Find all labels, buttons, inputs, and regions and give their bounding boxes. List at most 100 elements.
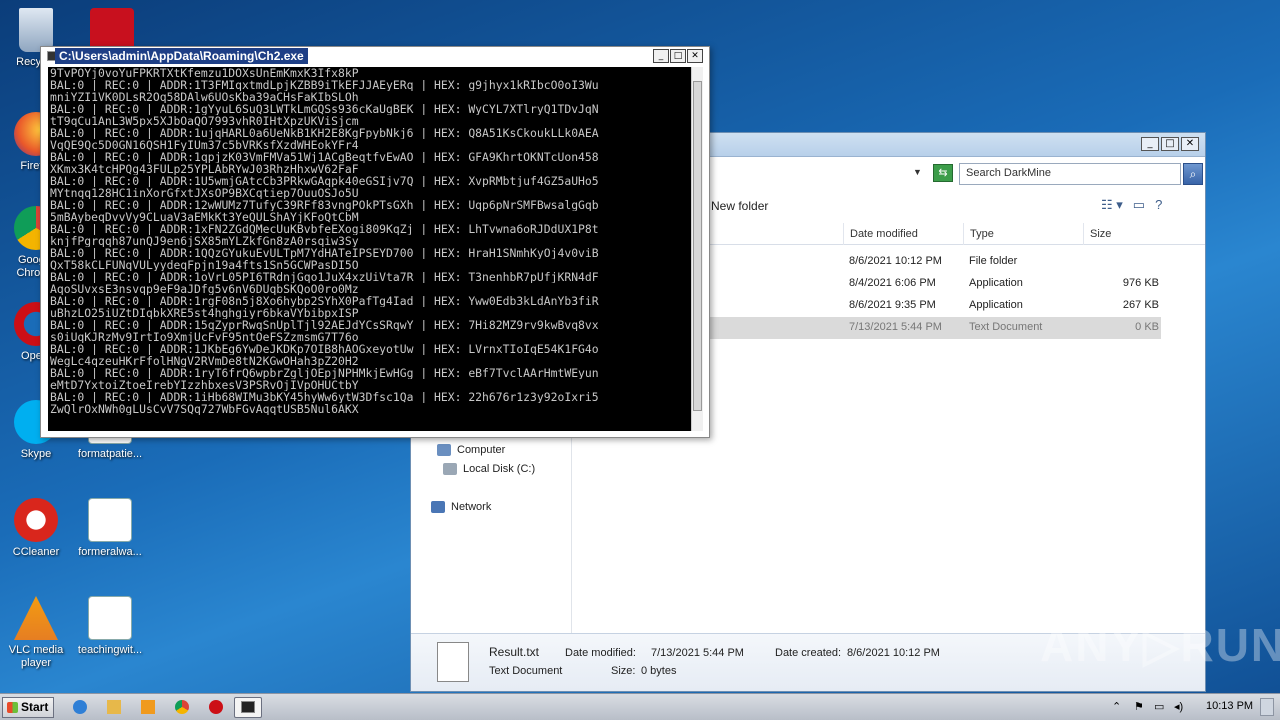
network-icon bbox=[431, 501, 445, 514]
desktop-icon-teachingwit[interactable]: teachingwit... bbox=[72, 596, 148, 657]
anyrun-watermark: ANY▷RUN bbox=[1040, 619, 1280, 671]
console-line: BAL:0 | REC:0 | ADDR:15qZyprRwqSnUplTjl9… bbox=[50, 319, 599, 331]
taskbar-ie-icon[interactable] bbox=[66, 697, 94, 718]
vlc-icon bbox=[14, 596, 58, 640]
console-line: BAL:0 | REC:0 | ADDR:1iHb68WIMu3bKY45hyW… bbox=[50, 391, 599, 403]
file-size: 267 KB bbox=[1122, 299, 1159, 311]
taskbar-opera-icon[interactable] bbox=[202, 697, 230, 718]
nav-item-local-disk[interactable]: Local Disk (C:) bbox=[443, 463, 535, 476]
details-file-type: Text Document bbox=[489, 665, 563, 677]
taskbar-media-player-icon[interactable] bbox=[134, 697, 162, 718]
console-line: BAL:0 | REC:0 | ADDR:1rgF08n5j8Xo6hybp2S… bbox=[50, 295, 599, 307]
file-type: Text Document bbox=[969, 321, 1043, 333]
desktop-icon-ccleaner[interactable]: CCleaner bbox=[0, 498, 74, 559]
console-line: VqQE9Qc5D0GN16QSH1FyIUm37c5bVRKsfXzdWHEo… bbox=[50, 139, 359, 151]
preview-pane-icon[interactable]: ▭ bbox=[1133, 197, 1145, 213]
desktop-icon-formeralwa[interactable]: formeralwa... bbox=[72, 498, 148, 559]
console-line: BAL:0 | REC:0 | ADDR:1ujqHARL0a6UeNkB1KH… bbox=[50, 127, 599, 139]
show-hidden-icons-icon[interactable]: ⌃ bbox=[1112, 700, 1121, 713]
console-line: ZwQlrOxNWh0gLUsCvV7SQq727WbFGvAqqtUSB5Nu… bbox=[50, 403, 359, 415]
nav-item-network[interactable]: Network bbox=[431, 501, 491, 514]
console-line: BAL:0 | REC:0 | ADDR:1gYyuL6SuQ3LWTkLmGQ… bbox=[50, 103, 599, 115]
console-output[interactable]: 9TvPOYj0voYuFPKRTXtKfemzu1DOXsUnEmKmxK3I… bbox=[48, 67, 692, 431]
view-options-icon[interactable]: ☷ ▾ bbox=[1101, 197, 1123, 213]
console-title: C:\Users\admin\AppData\Roaming\Ch2.exe bbox=[55, 48, 308, 64]
computer-icon bbox=[437, 444, 451, 457]
console-line: MYtnqq128HC1inXorGfxtJXsOP9BXCqtiep7OuuO… bbox=[50, 187, 359, 199]
console-line: BAL:0 | REC:0 | ADDR:1qpjzK03VmFMVa51Wj1… bbox=[50, 151, 599, 163]
scrollbar-thumb[interactable] bbox=[693, 81, 702, 411]
refresh-button[interactable]: ⇆ bbox=[933, 164, 953, 182]
word-document-icon bbox=[88, 498, 132, 542]
console-line: BAL:0 | REC:0 | ADDR:1QQzGYukuEvULTpM7Yd… bbox=[50, 247, 599, 259]
search-input[interactable]: Search DarkMine bbox=[959, 163, 1181, 185]
console-line: eMtD7YxtoiZtoeIrebYIzzhbxesV3PSRvOjIVpOH… bbox=[50, 379, 359, 391]
chevron-down-icon[interactable]: ▼ bbox=[913, 167, 922, 177]
taskbar-chrome-icon[interactable] bbox=[168, 697, 196, 718]
word-document-icon bbox=[88, 596, 132, 640]
details-created-value: 8/6/2021 10:12 PM bbox=[847, 647, 940, 659]
console-line: s0iUqKJRzMv9IrtIo9XmjUcFvF95ntOeFSZzmsmG… bbox=[50, 331, 359, 343]
column-size[interactable]: Size bbox=[1083, 223, 1163, 245]
console-line: tT9qCu1AnL3W5px5XJbOaQO7993vhR0IHtXpzUKV… bbox=[50, 115, 359, 127]
console-line: BAL:0 | REC:0 | ADDR:1U5wmjGAtcCb3PRkwGA… bbox=[50, 175, 599, 187]
console-line: 9TvPOYj0voYuFPKRTXtKfemzu1DOXsUnEmKmxK3I… bbox=[50, 67, 359, 79]
file-date: 8/6/2021 10:12 PM bbox=[849, 255, 942, 267]
file-size: 0 KB bbox=[1135, 321, 1159, 333]
file-date: 8/6/2021 9:35 PM bbox=[849, 299, 936, 311]
monitor-icon[interactable]: ▭ bbox=[1154, 700, 1164, 713]
file-type: Application bbox=[969, 299, 1023, 311]
system-tray: ⌃ ⚑ ▭ ◂) 10:13 PM bbox=[1100, 694, 1280, 720]
details-size-value: 0 bytes bbox=[641, 665, 677, 677]
minimize-button[interactable]: _ bbox=[653, 49, 669, 63]
console-line: BAL:0 | REC:0 | ADDR:1JKbEg6YwDeJKDKp7OI… bbox=[50, 343, 599, 355]
nav-item-computer[interactable]: Computer bbox=[437, 444, 505, 457]
clock[interactable]: 10:13 PM bbox=[1206, 700, 1253, 712]
console-line: BAL:0 | REC:0 | ADDR:1oVrL05PI6TRdnjGqo1… bbox=[50, 271, 599, 283]
text-document-icon bbox=[437, 642, 469, 682]
console-line: BAL:0 | REC:0 | ADDR:1ryT6frQ6wpbrZgljOE… bbox=[50, 367, 599, 379]
console-titlebar[interactable]: C:\Users\admin\AppData\Roaming\Ch2.exe _… bbox=[41, 47, 709, 65]
console-line: knjfPgrqqh87unQJ9en6jSX85mYLZkfGn8zA0rsq… bbox=[50, 235, 359, 247]
new-folder-button[interactable]: New folder bbox=[711, 199, 768, 213]
console-scrollbar[interactable] bbox=[691, 67, 703, 431]
taskbar-explorer-icon[interactable] bbox=[100, 697, 128, 718]
volume-icon[interactable]: ◂) bbox=[1174, 700, 1183, 713]
console-line: BAL:0 | REC:0 | ADDR:1T3FMIqxtmdLpjKZBB9… bbox=[50, 79, 599, 91]
console-line: uBhzLO25iUZtDIqbkXRE5st4hghgiyr6bkaVYbib… bbox=[50, 307, 359, 319]
console-line: BAL:0 | REC:0 | ADDR:1xFN2ZGdQMecUuKBvbf… bbox=[50, 223, 599, 235]
flag-icon[interactable]: ⚑ bbox=[1134, 700, 1144, 713]
file-type: Application bbox=[969, 277, 1023, 289]
file-date: 7/13/2021 5:44 PM bbox=[849, 321, 942, 333]
console-line: XKmx3K4tcHPQg43FULp25YPLAbRYwJ03RhzHhxwV… bbox=[50, 163, 359, 175]
search-icon[interactable]: ⌕ bbox=[1183, 163, 1203, 185]
ccleaner-icon bbox=[14, 498, 58, 542]
maximize-button[interactable]: □ bbox=[1161, 137, 1179, 151]
close-button[interactable]: ✕ bbox=[1181, 137, 1199, 151]
file-size: 976 KB bbox=[1122, 277, 1159, 289]
file-date: 8/4/2021 6:06 PM bbox=[849, 277, 936, 289]
show-desktop-button[interactable] bbox=[1260, 698, 1274, 716]
console-line: WegLc4qzeuHKrFfolHNgV2RVmDe8tN2KGwOHah3p… bbox=[50, 355, 359, 367]
start-button[interactable]: Start bbox=[2, 697, 54, 718]
details-file-name: Result.txt bbox=[489, 645, 540, 659]
column-date-modified[interactable]: Date modified bbox=[843, 223, 963, 245]
console-line: BAL:0 | REC:0 | ADDR:12wWUMz7TufyC39RFf8… bbox=[50, 199, 599, 211]
console-line: AqoSUvxsE3nsvqp9eF9aJDfg5v6nV6DUqbSKQoO0… bbox=[50, 283, 359, 295]
help-icon[interactable]: ? bbox=[1155, 197, 1162, 213]
desktop-icon-vlc[interactable]: VLC media player bbox=[0, 596, 74, 670]
file-type: File folder bbox=[969, 255, 1018, 267]
console-window: C:\Users\admin\AppData\Roaming\Ch2.exe _… bbox=[40, 46, 710, 438]
console-line: QxT58kCLFUNqVULyydeqFpjn19a4fts1Sn5GCWPa… bbox=[50, 259, 359, 271]
close-button[interactable]: ✕ bbox=[687, 49, 703, 63]
drive-icon bbox=[443, 463, 457, 476]
minimize-button[interactable]: _ bbox=[1141, 137, 1159, 151]
column-type[interactable]: Type bbox=[963, 223, 1083, 245]
maximize-button[interactable]: □ bbox=[670, 49, 686, 63]
details-modified-label: Date modified: bbox=[565, 647, 636, 659]
taskbar: Start ⌃ ⚑ ▭ ◂) 10:13 PM bbox=[0, 693, 1280, 720]
console-line: 5mBAybeqDvvVy9CLuaV3aEMkKt3YeQULShAYjKFo… bbox=[50, 211, 359, 223]
details-size-label: Size: bbox=[611, 665, 636, 677]
taskbar-console-icon[interactable] bbox=[234, 697, 262, 718]
details-modified-value: 7/13/2021 5:44 PM bbox=[651, 647, 744, 659]
